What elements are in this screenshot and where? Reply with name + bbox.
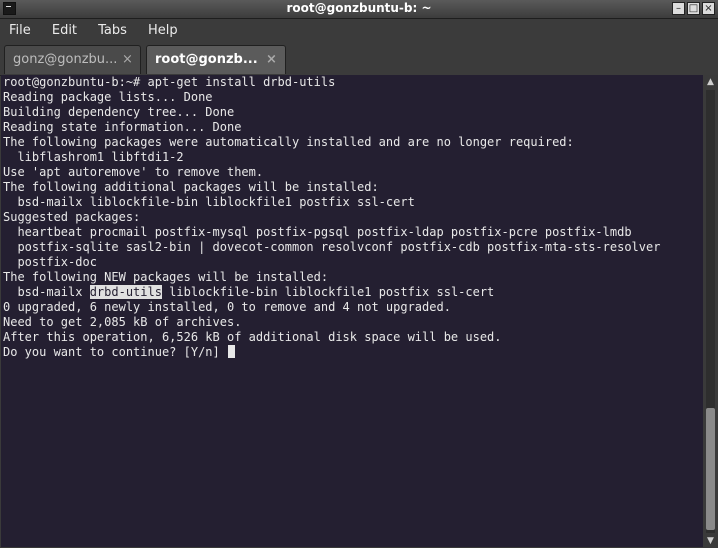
tab-label: gonz@gonzbu...	[13, 52, 118, 67]
terminal-prompt-line[interactable]: Do you want to continue? [Y/n]	[3, 345, 660, 360]
terminal-line: 0 upgraded, 6 newly installed, 0 to remo…	[3, 300, 451, 314]
terminal-line: heartbeat procmail postfix-mysql postfix…	[3, 225, 632, 239]
scrollbar-thumb[interactable]	[706, 408, 715, 530]
terminal-line: libflashrom1 libftdi1-2	[3, 150, 184, 164]
terminal-line: The following packages were automaticall…	[3, 135, 574, 149]
title-bar[interactable]: root@gonzbuntu-b: ~ – □ ×	[0, 0, 718, 19]
terminal-line: Suggested packages:	[3, 210, 141, 224]
terminal-window: root@gonzbuntu-b: ~ – □ × File Edit Tabs…	[0, 0, 718, 548]
terminal-line: bsd-mailx liblockfile-bin liblockfile1 p…	[3, 195, 415, 209]
scroll-down-arrow-icon[interactable]: ▼	[703, 534, 718, 548]
menu-file[interactable]: File	[2, 19, 38, 43]
tab-close-icon[interactable]: ×	[266, 52, 277, 67]
terminal-line: postfix-sqlite sasl2-bin | dovecot-commo…	[3, 240, 661, 254]
terminal-line-new-packages: bsd-mailx drbd-utils liblockfile-bin lib…	[3, 285, 660, 300]
selected-text-drbd-utils[interactable]: drbd-utils	[89, 285, 162, 299]
close-window-button[interactable]: ×	[702, 2, 715, 15]
window-title: root@gonzbuntu-b: ~	[286, 1, 432, 15]
terminal-line: Reading package lists... Done	[3, 90, 213, 104]
continue-prompt: Do you want to continue? [Y/n]	[3, 345, 227, 359]
text-cursor	[227, 345, 235, 358]
vertical-scrollbar[interactable]: ▲ ▼	[703, 75, 718, 548]
maximize-button[interactable]: □	[687, 2, 700, 15]
terminal-line: The following additional packages will b…	[3, 180, 379, 194]
terminal-output[interactable]: root@gonzbuntu-b:~# apt-get install drbd…	[1, 75, 703, 547]
menu-edit[interactable]: Edit	[45, 19, 84, 43]
menu-help[interactable]: Help	[141, 19, 185, 43]
tab-bar: gonz@gonzbu... × root@gonzb... ×	[0, 43, 718, 76]
tab-label: root@gonzb...	[155, 52, 258, 67]
new-packages-prefix: bsd-mailx	[3, 285, 90, 299]
menu-bar: File Edit Tabs Help	[0, 19, 718, 43]
terminal-line: Reading state information... Done	[3, 120, 242, 134]
terminal-line: Building dependency tree... Done	[3, 105, 235, 119]
terminal-text: root@gonzbuntu-b:~# apt-get install drbd…	[3, 75, 660, 360]
terminal-line: Need to get 2,085 kB of archives.	[3, 315, 242, 329]
terminal-line: Use 'apt autoremove' to remove them.	[3, 165, 264, 179]
terminal-line: root@gonzbuntu-b:~# apt-get install drbd…	[3, 75, 336, 89]
tab-root[interactable]: root@gonzb... ×	[146, 45, 286, 74]
minimize-button[interactable]: –	[672, 2, 685, 15]
terminal-line: postfix-doc	[3, 255, 97, 269]
new-packages-suffix: liblockfile-bin liblockfile1 postfix ssl…	[161, 285, 495, 299]
tab-close-icon[interactable]: ×	[122, 52, 133, 67]
terminal-line: After this operation, 6,526 kB of additi…	[3, 330, 502, 344]
tab-gonz[interactable]: gonz@gonzbu... ×	[4, 45, 141, 74]
terminal-line: The following NEW packages will be insta…	[3, 270, 329, 284]
menu-tabs[interactable]: Tabs	[91, 19, 134, 43]
scroll-up-arrow-icon[interactable]: ▲	[703, 75, 718, 89]
